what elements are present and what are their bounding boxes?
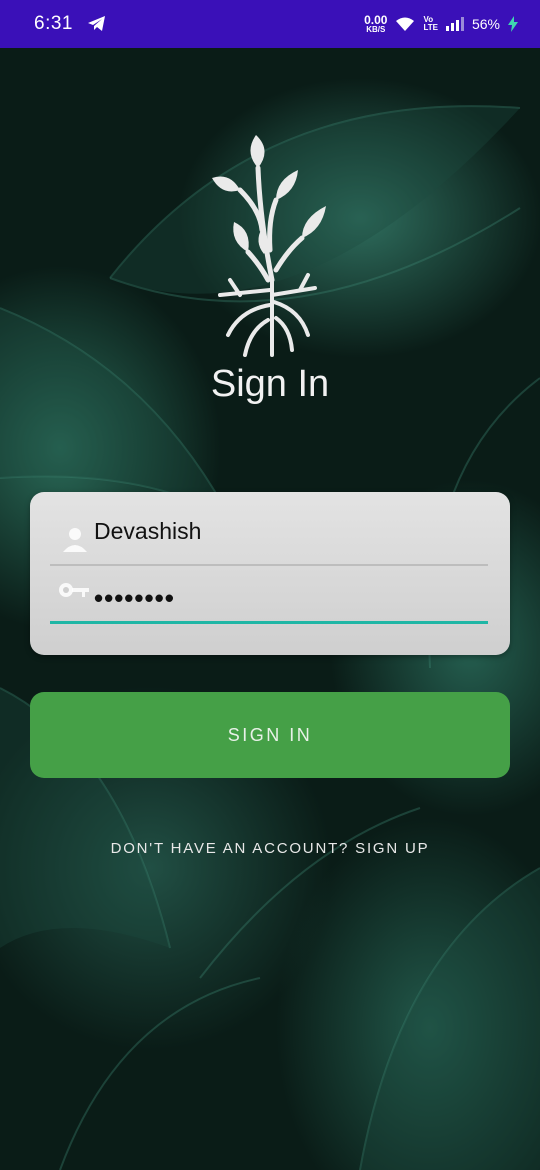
battery-charging-icon xyxy=(508,16,518,32)
network-speed-unit: KB/S xyxy=(366,25,386,34)
password-focus-underline xyxy=(50,621,488,624)
password-field[interactable]: •••••••• xyxy=(50,575,488,635)
signal-icon xyxy=(445,17,464,31)
page-title: Sign In xyxy=(210,363,330,405)
battery-percent: 56% xyxy=(471,16,500,32)
wifi-icon xyxy=(396,17,415,31)
username-input[interactable]: Devashish xyxy=(94,518,201,545)
status-indicators: 0.00 KB/S Vo LTE 56% xyxy=(364,14,518,34)
username-underline xyxy=(50,564,488,566)
status-bar: 6:31 0.00 KB/S Vo LTE 56% xyxy=(0,0,540,48)
sign-up-link[interactable]: DON'T HAVE AN ACCOUNT? SIGN UP xyxy=(0,840,540,857)
volte-indicator: Vo LTE xyxy=(423,16,438,32)
volte-bottom: LTE xyxy=(423,23,438,32)
user-icon xyxy=(63,528,87,552)
network-speed: 0.00 KB/S xyxy=(364,14,387,34)
sign-in-button[interactable]: SIGN IN xyxy=(30,692,510,778)
telegram-icon xyxy=(87,16,105,31)
key-icon xyxy=(59,583,89,597)
login-form-card: Devashish •••••••• xyxy=(30,492,510,655)
plant-logo-icon xyxy=(212,135,326,357)
username-field[interactable]: Devashish xyxy=(50,504,488,566)
password-input[interactable]: •••••••• xyxy=(94,583,175,614)
status-time: 6:31 xyxy=(34,13,73,34)
